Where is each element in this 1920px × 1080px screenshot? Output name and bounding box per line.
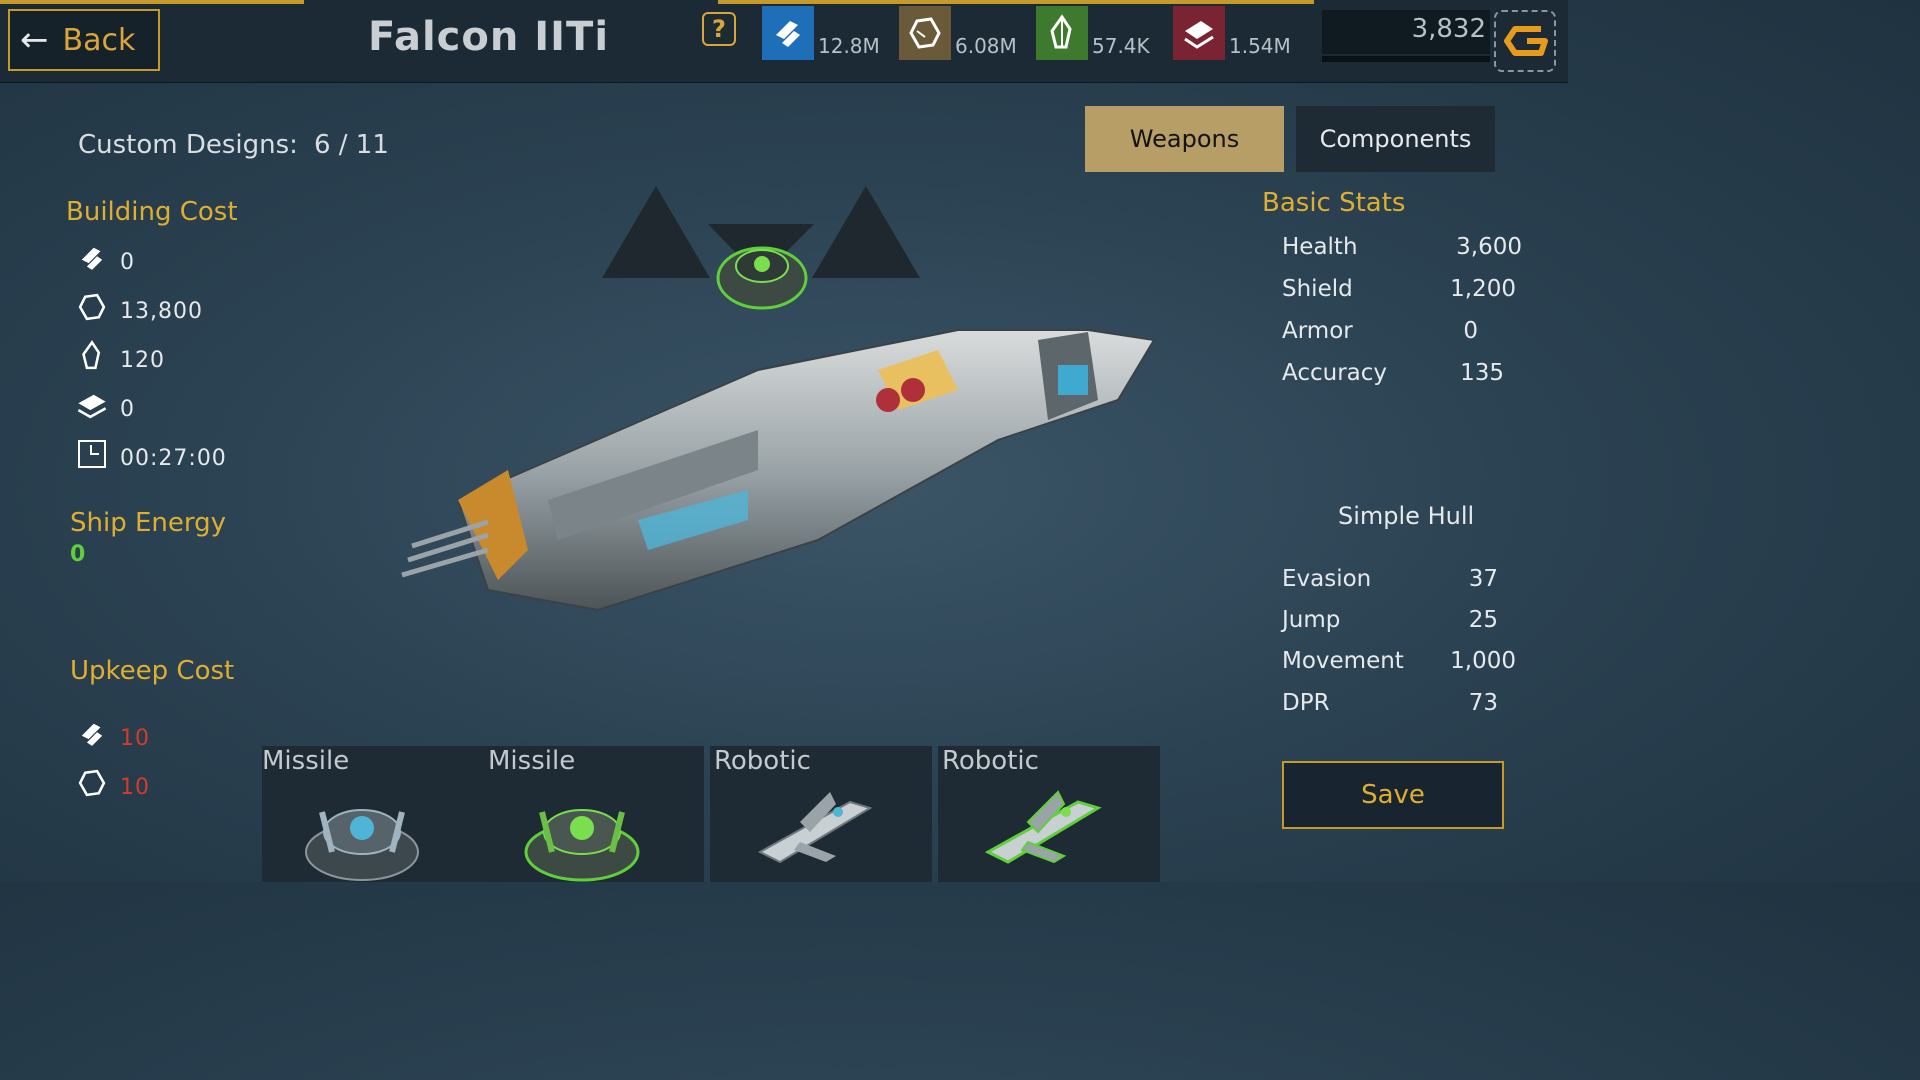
ship-model[interactable]	[398, 290, 1158, 620]
credits-bar	[1322, 56, 1490, 62]
credits-value: 3,832	[1411, 14, 1486, 44]
stat-label: DPR	[1282, 690, 1330, 716]
drone-green-icon	[984, 790, 1102, 864]
ship-energy-value: 0	[70, 542, 86, 567]
back-arrow-icon: ←	[20, 20, 49, 60]
stat-label: Shield	[1282, 276, 1353, 302]
weapon-slot-3[interactable]: Robotic	[710, 746, 932, 882]
upkeep-ore: 10	[74, 765, 150, 801]
ship-energy-title: Ship Energy	[70, 508, 226, 538]
stat-label: Movement	[1282, 648, 1404, 674]
building-time: 00:27:00	[74, 436, 227, 472]
weapon-slot-4[interactable]: Robotic	[938, 746, 1160, 882]
energy-icon	[762, 6, 814, 60]
stat-label: Evasion	[1282, 566, 1372, 592]
top-bar: ← Back Falcon IITi ? 12.8M 6.08M 57.4K 1…	[0, 0, 1568, 83]
missile-turret-green-icon	[524, 809, 640, 882]
credits-display: 3,832	[1322, 10, 1490, 62]
crystal-icon	[74, 338, 110, 374]
g-currency-button[interactable]	[1494, 10, 1556, 72]
building-cost-crystal: 120	[74, 338, 165, 374]
building-cost-alloy-value: 0	[120, 396, 135, 422]
back-label: Back	[62, 22, 136, 58]
building-cost-energy-value: 0	[120, 249, 135, 275]
stat-label: Armor	[1282, 318, 1353, 344]
resource-alloy[interactable]: 1.54M	[1173, 4, 1291, 60]
stat-label: Accuracy	[1282, 360, 1388, 386]
drone-icon	[757, 792, 873, 864]
help-button[interactable]: ?	[702, 12, 736, 46]
missile-turret-icon	[305, 809, 419, 881]
stat-label: Health	[1282, 234, 1358, 260]
tab-components[interactable]: Components	[1296, 106, 1495, 172]
stat-value: 37	[1468, 566, 1498, 592]
building-time-value: 00:27:00	[120, 445, 227, 471]
building-cost-title: Building Cost	[66, 197, 238, 227]
hull-title: Simple Hull	[1338, 502, 1475, 530]
upkeep-ore-value: 10	[120, 774, 150, 800]
ship-name-title[interactable]: Falcon IITi	[368, 14, 609, 60]
upkeep-energy: 10	[74, 716, 150, 752]
weapon-slot-2[interactable]: Missile	[482, 746, 704, 882]
back-button[interactable]: ← Back	[8, 9, 160, 71]
resource-energy[interactable]: 12.8M	[762, 4, 880, 60]
mount-slot-left[interactable]	[602, 186, 710, 278]
stat-value: 135	[1460, 360, 1504, 386]
mount-slot-right[interactable]	[812, 186, 920, 278]
ore-icon	[899, 6, 951, 60]
clock-icon	[74, 436, 110, 472]
resource-crystal-value: 57.4K	[1092, 34, 1150, 58]
custom-designs-counter: Custom Designs: 6 / 11	[78, 130, 389, 160]
crystal-icon	[1036, 6, 1088, 60]
building-cost-alloy: 0	[74, 387, 135, 423]
stat-value: 1,000	[1450, 648, 1516, 674]
resource-ore-value: 6.08M	[955, 34, 1017, 58]
alloy-icon	[1173, 6, 1225, 60]
stat-value: 1,200	[1450, 276, 1516, 302]
building-cost-ore-value: 13,800	[120, 298, 203, 324]
building-cost-ore: 13,800	[74, 289, 203, 325]
ore-icon	[74, 289, 110, 325]
resource-crystal[interactable]: 57.4K	[1036, 4, 1150, 60]
building-cost-crystal-value: 120	[120, 347, 165, 373]
tab-weapons[interactable]: Weapons	[1085, 106, 1284, 172]
resource-energy-value: 12.8M	[818, 34, 880, 58]
custom-designs-label: Custom Designs:	[78, 130, 298, 160]
weapon-slot-1[interactable]: Missile	[262, 746, 484, 882]
building-cost-energy: 0	[74, 240, 135, 276]
ore-icon	[74, 765, 110, 801]
stat-value: 0	[1463, 318, 1478, 344]
save-button[interactable]: Save	[1282, 761, 1504, 829]
resource-ore[interactable]: 6.08M	[899, 4, 1017, 60]
upkeep-cost-title: Upkeep Cost	[70, 656, 235, 686]
stat-label: Jump	[1282, 607, 1341, 633]
stat-value: 25	[1468, 607, 1498, 633]
alloy-icon	[74, 387, 110, 423]
top-accent-line	[0, 0, 304, 4]
energy-icon	[74, 240, 110, 276]
custom-designs-value: 6 / 11	[313, 130, 389, 160]
basic-stats-title: Basic Stats	[1262, 188, 1406, 218]
upkeep-energy-value: 10	[120, 725, 150, 751]
stat-value: 73	[1468, 690, 1498, 716]
resource-alloy-value: 1.54M	[1229, 34, 1291, 58]
g-currency-icon	[1504, 26, 1548, 56]
stat-value: 3,600	[1456, 234, 1522, 260]
energy-icon	[74, 716, 110, 752]
